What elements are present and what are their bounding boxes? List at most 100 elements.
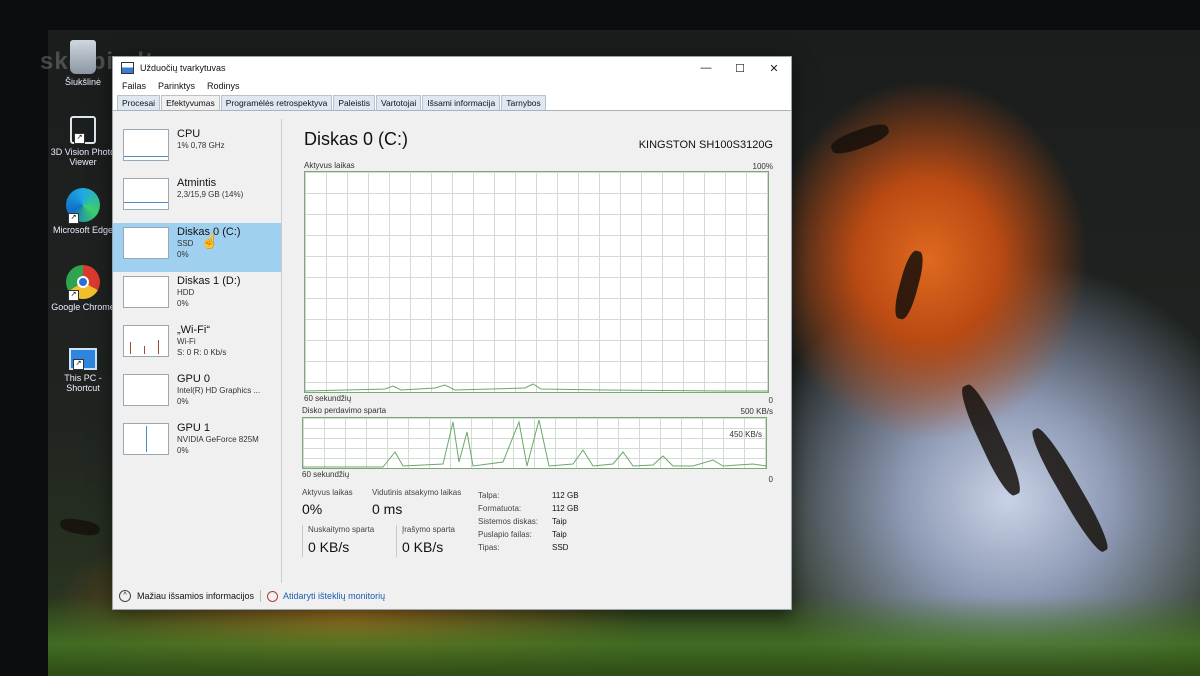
active-time-graph-min: 0	[768, 396, 773, 405]
sidebar-item-gpu-1[interactable]: GPU 1 NVIDIA GeForce 825M 0%	[113, 419, 281, 468]
sidebar-item-usage: 0%	[177, 397, 189, 406]
tab-details[interactable]: Išsami informacija	[422, 95, 501, 110]
desktop-icon-label: Google Chrome	[51, 302, 115, 312]
transfer-rate-trace	[303, 419, 766, 468]
maximize-button[interactable]: ☐	[723, 57, 757, 79]
sidebar-item-usage: 0%	[177, 299, 189, 308]
active-time-graph-span: 60 sekundžių	[304, 394, 352, 403]
tab-bar: Procesai Efektyvumas Programėlės retrosp…	[113, 93, 791, 111]
read-speed-divider	[302, 525, 303, 557]
sidebar-item-usage: 0%	[177, 250, 189, 259]
write-speed-divider	[396, 525, 397, 557]
3d-vision-icon: ↗	[70, 116, 96, 144]
resource-sidebar: CPU 1% 0,78 GHz Atmintis 2,3/15,9 GB (14…	[113, 119, 282, 583]
footer-divider	[260, 590, 262, 602]
formatted-key: Formatuota:	[478, 504, 522, 513]
gpu-1-thumbnail-graph	[123, 423, 169, 455]
sidebar-item-detail: 1% 0,78 GHz	[177, 141, 225, 150]
response-time-label: Vidutinis atsakymo laikas	[372, 488, 462, 497]
active-time-trace	[305, 383, 768, 392]
transfer-graph-mid: 450 KB/s	[729, 430, 762, 439]
fewer-details-label: Mažiau išsamios informacijos	[137, 591, 255, 601]
task-manager-window: Užduočių tvarkytuvas — ☐ ✕ Failas Parink…	[112, 56, 792, 610]
type-key: Tipas:	[478, 543, 500, 552]
desktop-icon-this-pc[interactable]: ↗ This PC - Shortcut	[50, 342, 116, 393]
desktop-icon-label: Microsoft Edge	[52, 225, 114, 235]
sidebar-item-detail: HDD	[177, 288, 195, 297]
read-speed-label: Nuskaitymo sparta	[308, 525, 375, 534]
desktop-icon-recycle-bin[interactable]: Šiukšlinė	[50, 40, 116, 87]
write-speed-label: Įrašymo sparta	[402, 525, 455, 534]
resource-monitor-icon	[267, 590, 279, 602]
menu-options[interactable]: Parinktys	[158, 81, 195, 91]
resource-monitor-label: Atidaryti išteklių monitorių	[283, 591, 386, 601]
wifi-thumbnail-graph	[123, 325, 169, 357]
active-time-graph-max: 100%	[752, 162, 773, 171]
sidebar-item-detail: NVIDIA GeForce 825M	[177, 435, 259, 444]
read-speed-value: 0 KB/s	[308, 539, 350, 555]
disk-0-thumbnail-graph	[123, 227, 169, 259]
sidebar-item-memory[interactable]: Atmintis 2,3/15,9 GB (14%)	[113, 174, 281, 223]
disk-model: KINGSTON SH100S3120G	[638, 139, 773, 151]
close-button[interactable]: ✕	[757, 57, 791, 79]
active-time-value: 0%	[302, 501, 323, 517]
tab-users[interactable]: Vartotojai	[375, 95, 422, 110]
menu-bar: Failas Parinktys Rodinys	[113, 79, 791, 93]
sidebar-item-disk-1[interactable]: Diskas 1 (D:) HDD 0%	[113, 272, 281, 321]
capacity-key: Talpa:	[478, 491, 500, 500]
sidebar-item-cpu[interactable]: CPU 1% 0,78 GHz	[113, 125, 281, 174]
cpu-thumbnail-graph	[123, 129, 169, 161]
desktop-icon-label: Šiukšlinė	[64, 77, 102, 87]
desktop-icon-label: This PC - Shortcut	[64, 373, 102, 393]
sidebar-item-name: GPU 1	[177, 422, 211, 434]
menu-file[interactable]: Failas	[122, 81, 146, 91]
active-time-label: Aktyvus laikas	[302, 488, 353, 497]
memory-thumbnail-graph	[123, 178, 169, 210]
desktop-icon-edge[interactable]: ↗ Microsoft Edge	[50, 188, 116, 235]
menu-view[interactable]: Rodinys	[207, 81, 240, 91]
mouse-cursor-icon: ☝	[201, 233, 219, 249]
footer-bar: ^ Mažiau išsamios informacijos Atidaryti…	[113, 583, 791, 609]
fewer-details-button[interactable]: ^ Mažiau išsamios informacijos	[119, 590, 254, 602]
open-resource-monitor-link[interactable]: Atidaryti išteklių monitorių	[267, 590, 386, 602]
minimize-button[interactable]: —	[689, 57, 723, 79]
page-file-key: Puslapio failas:	[478, 530, 532, 539]
gpu-0-thumbnail-graph	[123, 374, 169, 406]
disk-details-panel: Diskas 0 (C:) KINGSTON SH100S3120G Aktyv…	[282, 119, 791, 583]
sidebar-item-name: CPU	[177, 128, 201, 140]
sidebar-item-gpu-0[interactable]: GPU 0 Intel(R) HD Graphics ... 0%	[113, 370, 281, 419]
this-pc-icon: ↗	[69, 348, 97, 370]
active-time-graph-label: Aktyvus laikas	[304, 161, 355, 170]
tab-processes[interactable]: Procesai	[117, 95, 161, 110]
formatted-value: 112 GB	[552, 504, 579, 513]
recycle-bin-icon	[70, 40, 96, 74]
sidebar-item-disk-0[interactable]: Diskas 0 (C:) SSD 0%	[113, 223, 281, 272]
transfer-graph-max: 500 KB/s	[740, 407, 773, 416]
desktop-icon-label: 3D Vision Photo Viewer	[50, 147, 116, 167]
edge-icon: ↗	[66, 188, 100, 224]
sidebar-item-detail: 2,3/15,9 GB (14%)	[177, 190, 244, 199]
type-value: SSD	[552, 543, 569, 552]
tab-services[interactable]: Tarnybos	[501, 95, 546, 110]
window-title: Užduočių tvarkytuvas	[140, 63, 226, 73]
transfer-rate-graph: 450 KB/s	[302, 417, 767, 469]
sidebar-item-usage: 0%	[177, 446, 189, 455]
performance-content: CPU 1% 0,78 GHz Atmintis 2,3/15,9 GB (14…	[113, 119, 791, 583]
chevron-up-icon: ^	[119, 590, 131, 602]
task-manager-icon	[121, 62, 134, 74]
system-disk-key: Sistemos diskas:	[478, 517, 539, 526]
tab-startup[interactable]: Paleistis	[333, 95, 375, 110]
desktop-icon-3d-vision[interactable]: ↗ 3D Vision Photo Viewer	[50, 116, 116, 167]
response-time-value: 0 ms	[372, 501, 403, 517]
tab-performance[interactable]: Efektyvumas	[161, 95, 220, 110]
transfer-graph-min: 0	[768, 475, 773, 484]
capacity-value: 112 GB	[552, 491, 579, 500]
title-bar[interactable]: Užduočių tvarkytuvas — ☐ ✕	[113, 57, 791, 79]
disk-1-thumbnail-graph	[123, 276, 169, 308]
tab-app-history[interactable]: Programėlės retrospektyva	[220, 95, 333, 110]
sidebar-item-name: „Wi-Fi“	[177, 324, 210, 336]
sidebar-item-usage: S: 0 R: 0 Kb/s	[177, 348, 227, 357]
sidebar-item-wifi[interactable]: „Wi-Fi“ Wi-Fi S: 0 R: 0 Kb/s	[113, 321, 281, 370]
desktop-icon-chrome[interactable]: ↗ Google Chrome	[50, 265, 116, 312]
sidebar-item-detail: Wi-Fi	[177, 337, 196, 346]
